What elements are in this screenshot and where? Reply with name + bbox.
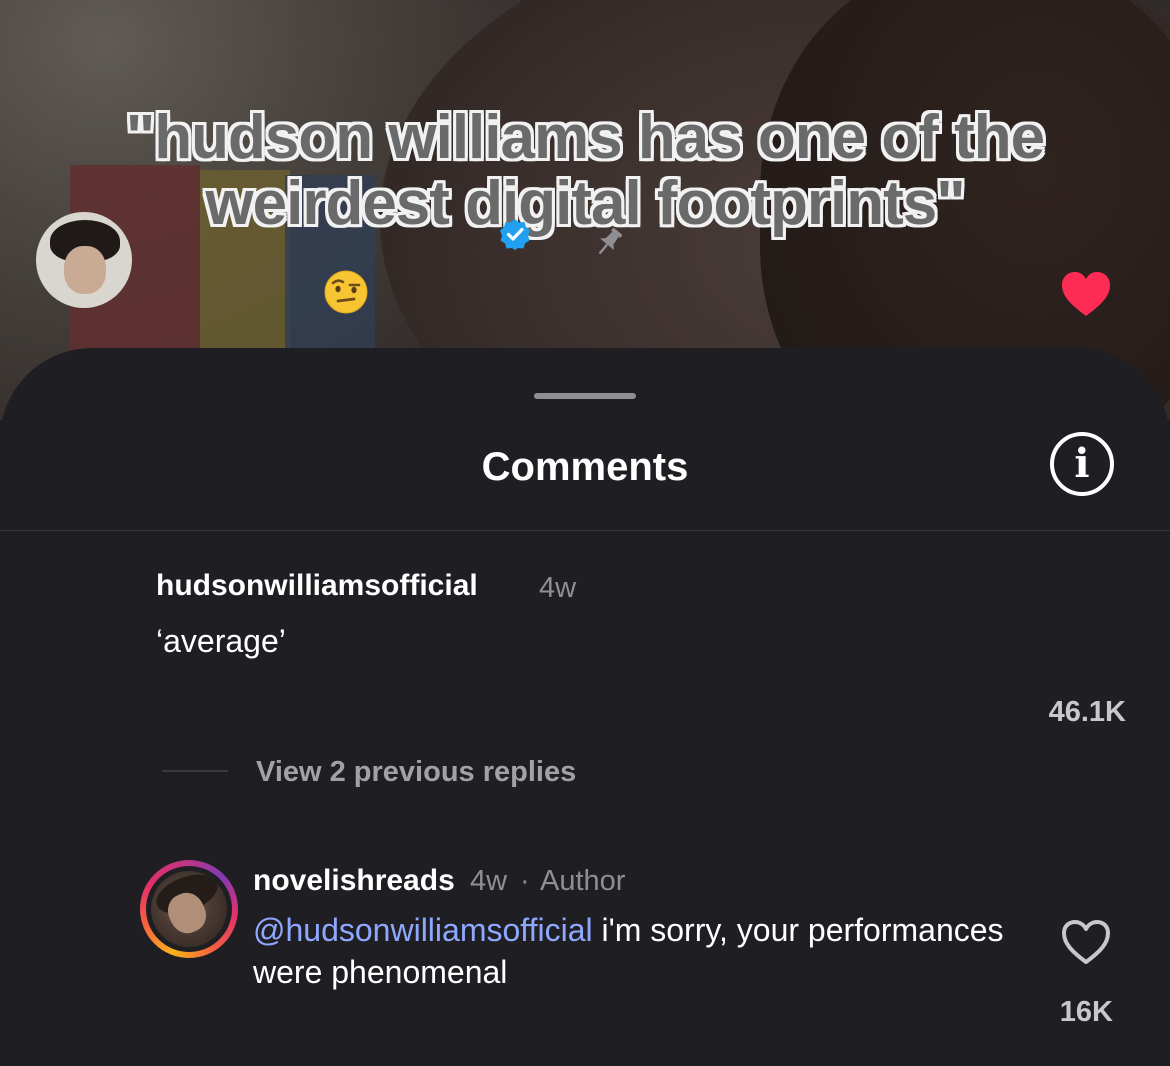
like-heart-outline-icon[interactable] [1060,918,1112,966]
reply-time: 4w [470,865,508,897]
like-heart-filled-icon[interactable] [1060,270,1112,318]
reply-text: @hudsonwilliamsofficial i'm sorry, your … [253,909,1013,993]
video-caption-line-2: weirdest digital footprints" [205,169,965,238]
mention-link[interactable]: @hudsonwilliamsofficial [253,912,593,948]
raised-eyebrow-face-icon [324,270,368,314]
comment-username[interactable]: hudsonwilliamsofficial [156,568,478,604]
reply-like-count: 16K [1059,996,1113,1028]
pin-icon [599,228,622,254]
header-divider [0,530,1170,531]
author-badge: Author [540,865,626,897]
verified-badge-icon [500,219,530,250]
info-icon: i [1074,440,1090,487]
reply-username[interactable]: novelishreads [253,863,455,899]
video-caption-line-1: "hudson williams has one of the [125,103,1045,172]
comment-like-count: 46.1K [1048,696,1126,728]
sheet-drag-handle[interactable] [534,393,636,399]
thread-line [162,770,228,772]
view-replies-button[interactable]: View 2 previous replies [256,754,576,790]
comment-time: 4w [539,572,577,604]
sheet-title: Comments [481,445,689,489]
reply-meta-separator: · [520,865,530,897]
video-caption-overlay: "hudson williams has one of the weirdest… [0,105,1170,237]
reply-avatar[interactable] [151,871,227,947]
info-button[interactable]: i [1050,432,1114,496]
avatar-face [64,246,106,294]
comment-text: ‘average’ [156,623,286,659]
avatar[interactable] [36,212,132,308]
